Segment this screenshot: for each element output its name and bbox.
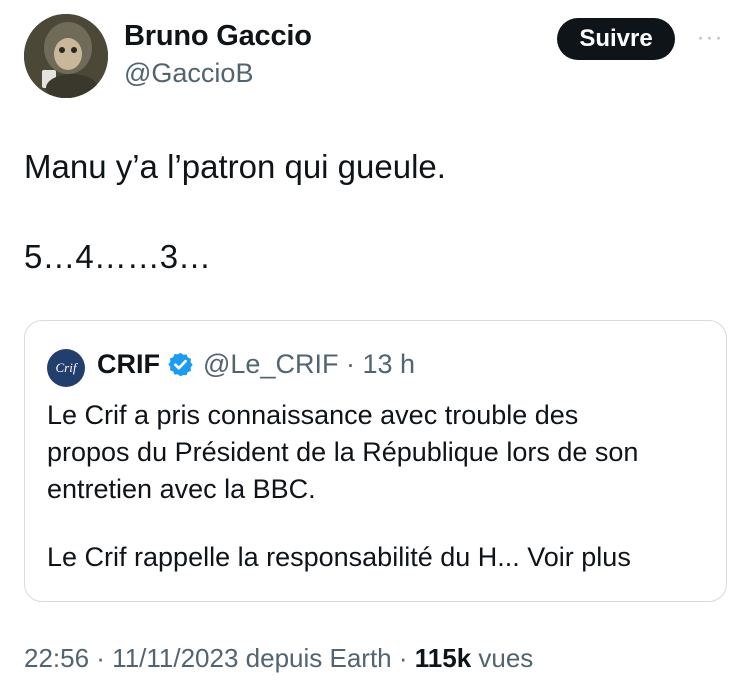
author-name[interactable]: Bruno Gaccio <box>124 20 312 53</box>
quoted-tweet-card[interactable]: Crif CRIF @Le_CRIF · 13 h Le Crif a pris… <box>24 320 727 602</box>
quoted-author-name[interactable]: CRIF <box>97 349 160 380</box>
quoted-author-handle-time[interactable]: @Le_CRIF · 13 h <box>203 349 415 380</box>
tweet-text-line-1: Manu y’a l’patron qui gueule. <box>24 148 446 185</box>
tweet-timestamp[interactable]: 22:56 · 11/11/2023 depuis Earth · <box>24 643 415 673</box>
views-count: 115k <box>414 643 472 673</box>
quoted-tweet-body: Le Crif a pris connaissance avec trouble… <box>47 400 639 504</box>
more-options-icon[interactable]: ··· <box>690 24 730 51</box>
avatar-photo <box>24 14 108 98</box>
tweet-metadata: 22:56 · 11/11/2023 depuis Earth · 115k v… <box>24 643 533 674</box>
see-more-link[interactable]: Voir plus <box>527 542 631 572</box>
views-label: vues <box>471 643 534 673</box>
verified-badge-icon <box>168 352 193 377</box>
author-handle[interactable]: @GaccioB <box>124 58 253 89</box>
author-avatar[interactable] <box>24 14 108 98</box>
quoted-tweet-truncated-line: Le Crif rappelle la responsabilité du H.… <box>47 539 631 576</box>
quoted-tweet-text: Le Crif rappelle la responsabilité du H.… <box>47 542 528 572</box>
quoted-author-avatar[interactable]: Crif <box>47 349 85 387</box>
follow-button[interactable]: Suivre <box>557 18 675 60</box>
tweet-text-line-2: 5…4……3… <box>24 238 212 275</box>
